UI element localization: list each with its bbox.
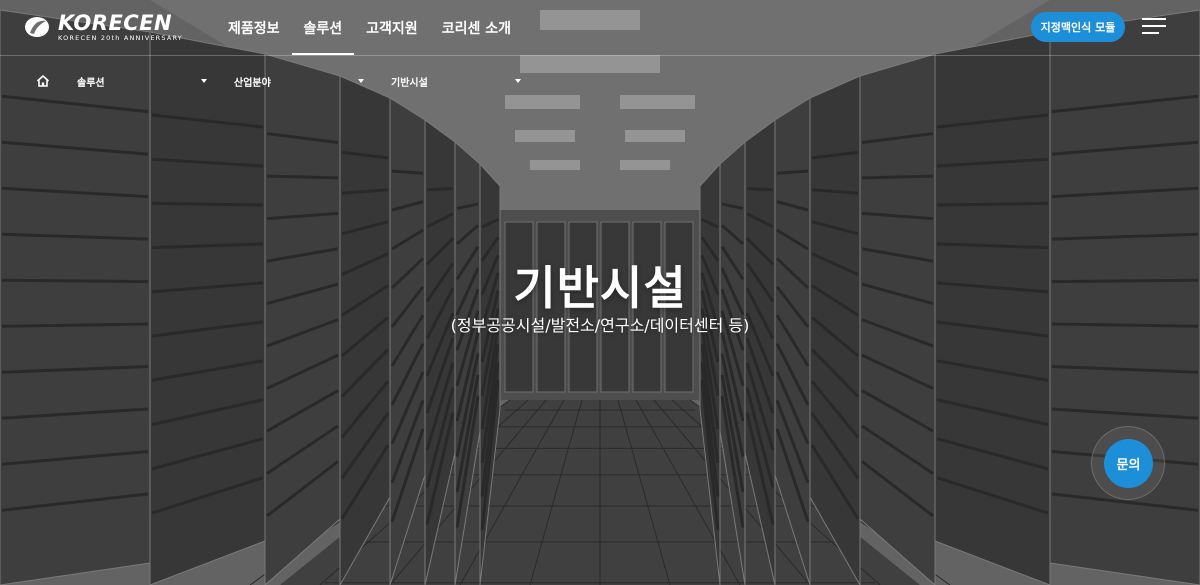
breadcrumb-label: 산업분야	[234, 77, 271, 89]
chevron-down-icon	[515, 79, 521, 83]
hamburger-icon[interactable]	[1142, 17, 1168, 37]
chevron-down-icon	[358, 79, 364, 83]
korecen-logo[interactable]: KORECEN KORECEN 20th ANNIVERSARY	[24, 10, 183, 42]
breadcrumb-label: 솔루션	[77, 77, 105, 89]
nav-item-solutions[interactable]: 솔루션	[291, 0, 355, 55]
chevron-down-icon	[201, 79, 207, 83]
vein-module-button[interactable]: 지정맥인식 모듈	[1031, 12, 1125, 42]
site-header: KORECEN KORECEN 20th ANNIVERSARY 제품정보 솔루…	[0, 0, 1200, 56]
brand-name: KORECEN	[58, 10, 173, 35]
nav-item-about[interactable]: 코리센 소개	[430, 0, 523, 55]
brand-tagline: KORECEN 20th ANNIVERSARY	[58, 33, 183, 42]
breadcrumb-infrastructure-dropdown[interactable]: 기반시설	[391, 56, 524, 106]
breadcrumb-label: 기반시설	[391, 77, 428, 89]
home-icon[interactable]	[36, 73, 50, 87]
logo-mark-icon	[24, 16, 52, 38]
inquiry-button[interactable]: 문의	[1104, 439, 1153, 488]
breadcrumb-industry-dropdown[interactable]: 산업분야	[234, 56, 367, 106]
nav-item-support[interactable]: 고객지원	[354, 0, 430, 55]
nav-item-products[interactable]: 제품정보	[216, 0, 292, 55]
page-title: 기반시설	[513, 261, 687, 315]
breadcrumb: 솔루션 산업분야 기반시설	[0, 56, 1200, 106]
page-subtitle: (정부공공시설/발전소/연구소/데이터센터 등)	[450, 316, 750, 335]
breadcrumb-solutions-dropdown[interactable]: 솔루션	[77, 56, 210, 106]
main-navigation: 제품정보 솔루션 고객지원 코리센 소개	[216, 0, 523, 55]
